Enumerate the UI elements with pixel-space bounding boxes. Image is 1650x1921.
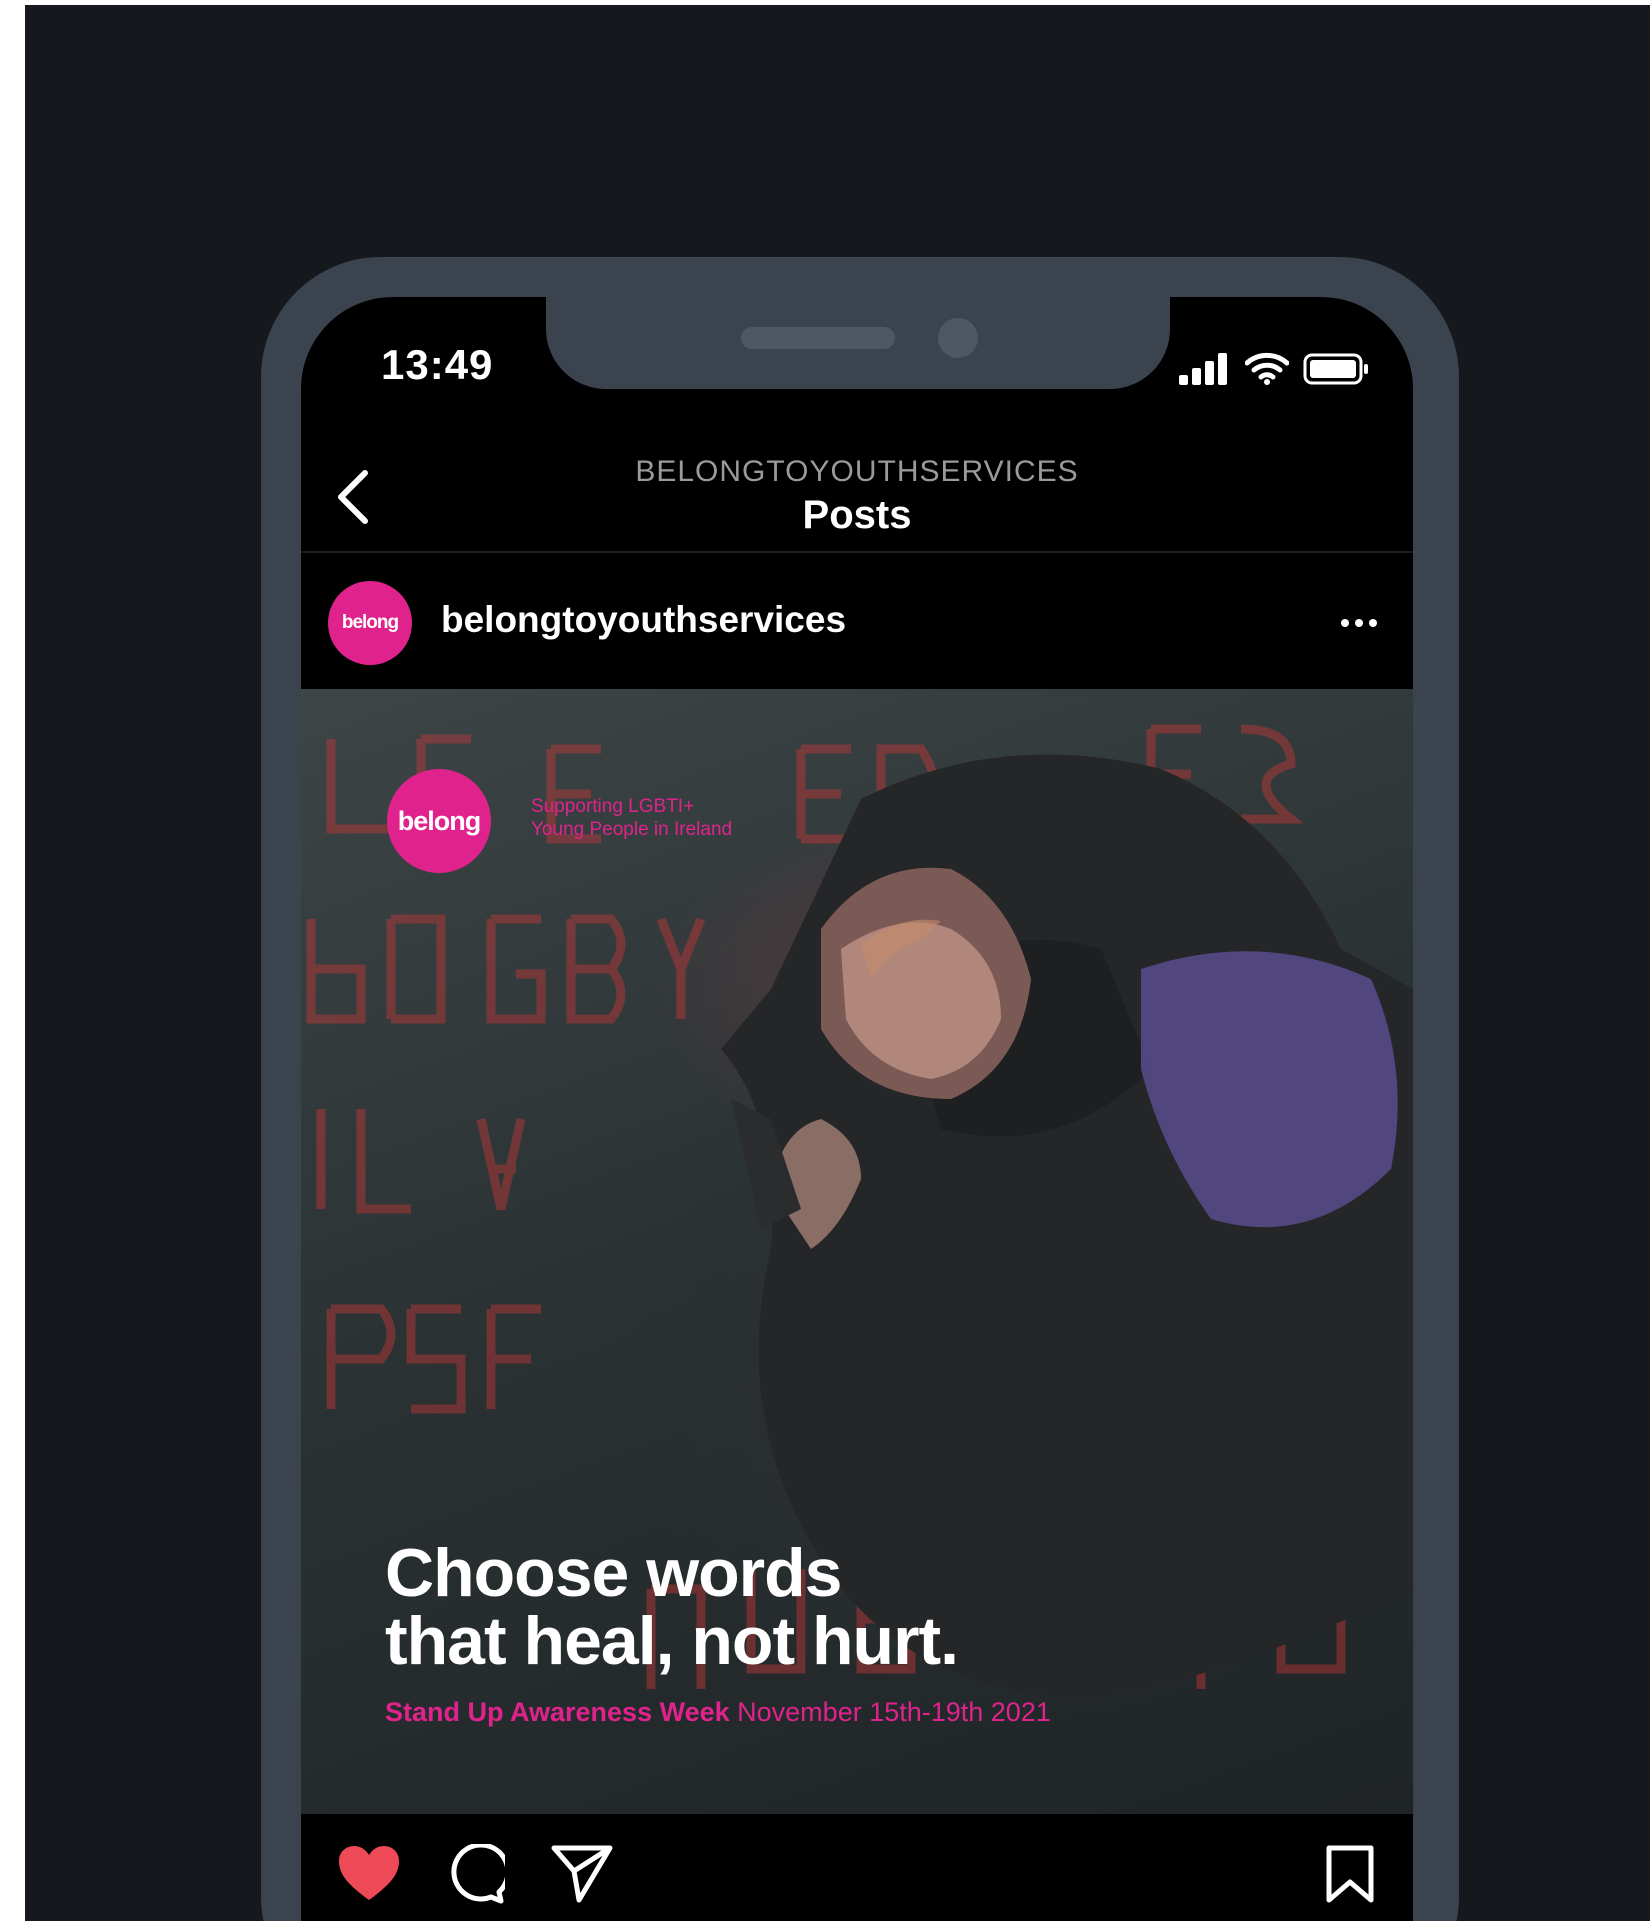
page-background: 13:49 BELONGTOYOUTHSERVICES Posts belong… bbox=[25, 5, 1650, 1921]
post-actions bbox=[301, 1814, 1413, 1921]
campaign-dates: November 15th-19th 2021 bbox=[737, 1697, 1051, 1727]
brand-tagline: Supporting LGBTI+ Young People in Irelan… bbox=[531, 795, 732, 841]
campaign-line: Stand Up Awareness Week November 15th-19… bbox=[385, 1697, 1051, 1728]
top-nav: BELONGTOYOUTHSERVICES Posts bbox=[301, 447, 1413, 547]
front-camera bbox=[938, 318, 978, 358]
comment-icon[interactable] bbox=[445, 1844, 505, 1904]
headline-line2: that heal, not hurt. bbox=[385, 1603, 959, 1679]
post-username[interactable]: belongtoyouthservices bbox=[441, 599, 846, 641]
phone-frame: 13:49 BELONGTOYOUTHSERVICES Posts belong… bbox=[261, 257, 1459, 1921]
phone-screen: 13:49 BELONGTOYOUTHSERVICES Posts belong… bbox=[301, 297, 1413, 1921]
status-icons bbox=[1179, 345, 1369, 385]
heart-filled-icon[interactable] bbox=[337, 1844, 401, 1902]
belong-logo: belong bbox=[387, 769, 491, 873]
page-title: Posts bbox=[802, 493, 912, 537]
post-header: belong belongtoyouthservices bbox=[301, 553, 1413, 689]
signal-icon bbox=[1179, 353, 1227, 385]
headline-line1: Choose words bbox=[385, 1535, 843, 1611]
speaker-grille bbox=[741, 327, 895, 349]
post-image[interactable]: belong Supporting LGBTI+ Young People in… bbox=[301, 689, 1413, 1814]
bookmark-icon[interactable] bbox=[1325, 1844, 1375, 1904]
avatar[interactable]: belong bbox=[328, 581, 412, 665]
phone-notch bbox=[546, 297, 1170, 389]
campaign-name: Stand Up Awareness Week bbox=[385, 1697, 730, 1727]
tagline-line1: Supporting LGBTI+ bbox=[531, 796, 695, 817]
battery-icon bbox=[1303, 353, 1368, 385]
tagline-line2: Young People in Ireland bbox=[531, 819, 733, 840]
nav-username: BELONGTOYOUTHSERVICES bbox=[635, 455, 1079, 488]
status-time: 13:49 bbox=[381, 341, 494, 388]
more-horizontal-icon[interactable] bbox=[1341, 619, 1377, 627]
headline: Choose words that heal, not hurt. bbox=[385, 1535, 959, 1679]
send-icon[interactable] bbox=[551, 1844, 613, 1904]
wifi-icon bbox=[1245, 352, 1289, 385]
